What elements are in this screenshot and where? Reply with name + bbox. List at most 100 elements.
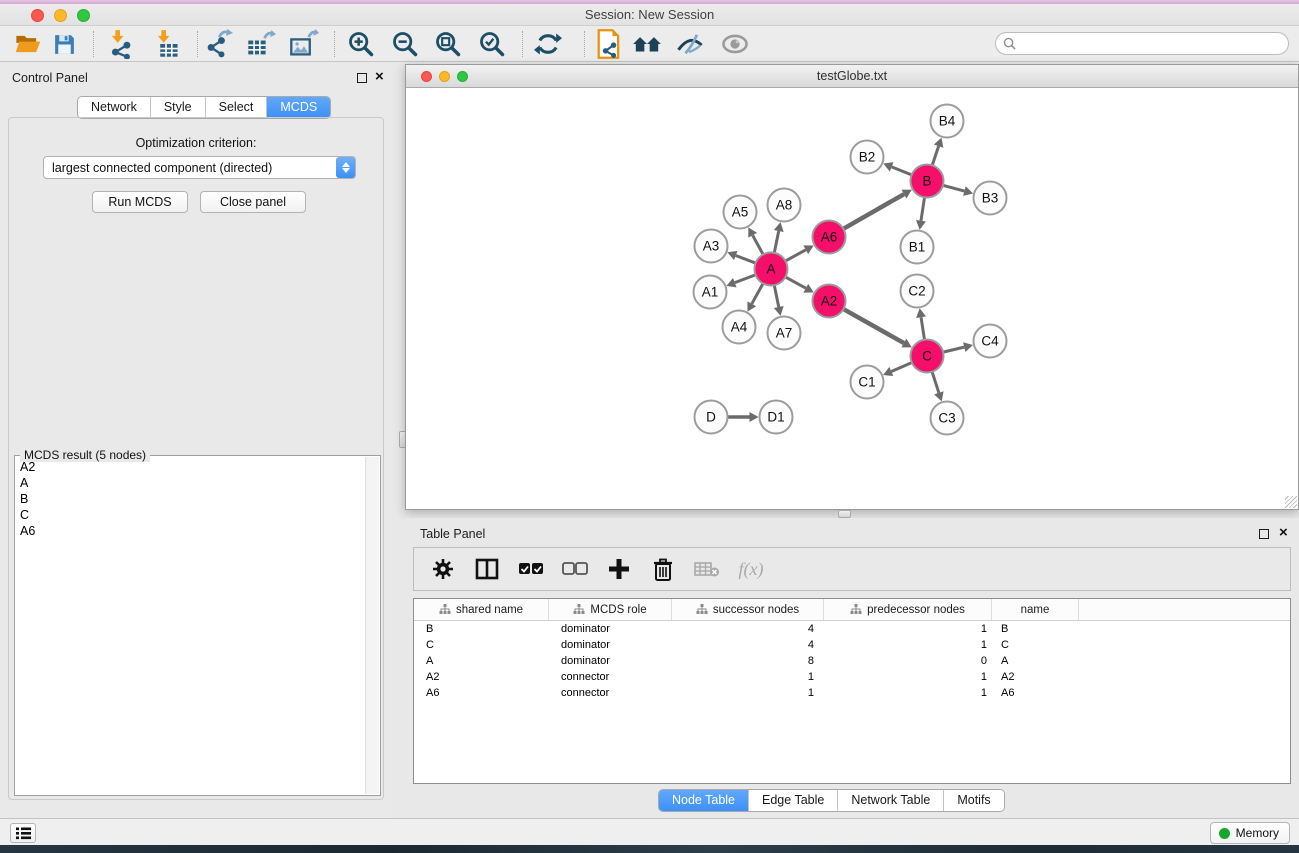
table-cell[interactable]: 1 bbox=[672, 669, 824, 685]
show-graphics-button[interactable] bbox=[718, 28, 752, 60]
graph-node-A4[interactable]: A4 bbox=[723, 311, 756, 344]
graph-node-A3[interactable]: A3 bbox=[695, 230, 728, 263]
column-header-name[interactable]: name bbox=[992, 599, 1079, 620]
save-session-button[interactable] bbox=[47, 28, 81, 60]
graph-node-C4[interactable]: C4 bbox=[974, 325, 1007, 358]
close-panel-button[interactable]: Close panel bbox=[200, 191, 306, 213]
mcds-result-item[interactable]: A bbox=[16, 475, 365, 491]
mcds-result-item[interactable]: A2 bbox=[16, 459, 365, 475]
graph-edge[interactable] bbox=[891, 362, 913, 372]
minimize-traffic-light[interactable] bbox=[54, 9, 67, 22]
graph-node-A6[interactable]: A6 bbox=[813, 221, 846, 254]
mcds-result-item[interactable]: A6 bbox=[16, 523, 365, 539]
graph-node-C3[interactable]: C3 bbox=[931, 402, 964, 435]
search-input[interactable] bbox=[1020, 34, 1288, 53]
column-header-predecessor-nodes[interactable]: predecessor nodes bbox=[824, 599, 992, 620]
minimize-traffic-light[interactable] bbox=[439, 71, 450, 82]
graph-edge[interactable] bbox=[842, 308, 904, 343]
table-row[interactable]: Bdominator41B bbox=[414, 621, 1290, 637]
column-visibility-button[interactable] bbox=[472, 554, 502, 584]
graph-edge[interactable] bbox=[753, 235, 764, 256]
graph-node-B3[interactable]: B3 bbox=[974, 182, 1007, 215]
graph-edge[interactable] bbox=[784, 276, 806, 288]
tab-node-table[interactable]: Node Table bbox=[659, 790, 749, 811]
tab-motifs[interactable]: Motifs bbox=[944, 790, 1003, 811]
table-cell[interactable]: A2 bbox=[414, 669, 549, 685]
graph-edge[interactable] bbox=[752, 282, 764, 304]
tab-mcds[interactable]: MCDS bbox=[267, 97, 330, 118]
table-row[interactable]: Cdominator41C bbox=[414, 637, 1290, 653]
graph-node-A5[interactable]: A5 bbox=[724, 196, 757, 229]
graph-node-B[interactable]: B bbox=[911, 165, 944, 198]
table-cell[interactable]: 1 bbox=[672, 685, 824, 701]
graph-node-B4[interactable]: B4 bbox=[931, 105, 964, 138]
column-header-successor-nodes[interactable]: successor nodes bbox=[672, 599, 824, 620]
column-header-shared-name[interactable]: shared name bbox=[414, 599, 549, 620]
float-panel-icon[interactable] bbox=[1259, 529, 1269, 539]
mcds-result-item[interactable]: B bbox=[16, 491, 365, 507]
graph-edge[interactable] bbox=[921, 195, 925, 220]
table-cell[interactable]: B bbox=[414, 621, 549, 637]
import-table-button[interactable] bbox=[149, 28, 183, 60]
graph-edge[interactable] bbox=[736, 255, 758, 263]
table-cell[interactable]: A2 bbox=[992, 669, 1079, 685]
graph-node-A1[interactable]: A1 bbox=[694, 276, 727, 309]
graph-edge[interactable] bbox=[774, 283, 779, 307]
graph-node-B2[interactable]: B2 bbox=[851, 141, 884, 174]
table-row[interactable]: Adominator80A bbox=[414, 653, 1290, 669]
table-cell[interactable]: A bbox=[414, 653, 549, 669]
table-cell[interactable]: 4 bbox=[672, 621, 824, 637]
import-network-button[interactable] bbox=[103, 28, 137, 60]
delete-column-button[interactable] bbox=[648, 554, 678, 584]
graph-edge[interactable] bbox=[892, 167, 914, 176]
table-row[interactable]: A6connector11A6 bbox=[414, 685, 1290, 701]
zoom-traffic-light[interactable] bbox=[77, 9, 90, 22]
open-session-button[interactable] bbox=[11, 28, 45, 60]
table-cell[interactable]: 0 bbox=[824, 653, 992, 669]
float-panel-icon[interactable] bbox=[357, 73, 367, 83]
zoom-traffic-light[interactable] bbox=[457, 71, 468, 82]
graph-node-A8[interactable]: A8 bbox=[768, 189, 801, 222]
graph-edge[interactable] bbox=[921, 317, 925, 341]
table-cell[interactable]: 4 bbox=[672, 637, 824, 653]
horizontal-splitter-handle[interactable] bbox=[838, 510, 851, 518]
run-mcds-button[interactable]: Run MCDS bbox=[92, 191, 188, 213]
select-all-rows-button[interactable] bbox=[516, 554, 546, 584]
table-cell[interactable]: B bbox=[992, 621, 1079, 637]
memory-button[interactable]: Memory bbox=[1210, 822, 1290, 844]
zoom-selected-button[interactable] bbox=[475, 28, 509, 60]
window-resize-grip[interactable] bbox=[1285, 496, 1297, 508]
mcds-result-item[interactable]: C bbox=[16, 507, 365, 523]
add-column-button[interactable] bbox=[604, 554, 634, 584]
tab-style[interactable]: Style bbox=[151, 97, 206, 118]
graph-edge[interactable] bbox=[931, 370, 938, 393]
graph-node-A7[interactable]: A7 bbox=[768, 317, 801, 350]
table-cell[interactable]: C bbox=[414, 637, 549, 653]
table-cell[interactable]: 1 bbox=[824, 637, 992, 653]
result-scrollbar[interactable] bbox=[365, 457, 379, 794]
graph-edge[interactable] bbox=[932, 146, 939, 167]
visual-hide-button[interactable] bbox=[673, 28, 707, 60]
table-cell[interactable]: A bbox=[992, 653, 1079, 669]
table-row[interactable]: A2connector11A2 bbox=[414, 669, 1290, 685]
table-cell[interactable]: A6 bbox=[992, 685, 1079, 701]
close-traffic-light[interactable] bbox=[421, 71, 432, 82]
table-cell[interactable]: dominator bbox=[549, 621, 672, 637]
export-network-button[interactable] bbox=[201, 28, 235, 60]
home-button[interactable] bbox=[630, 28, 664, 60]
graph-node-C1[interactable]: C1 bbox=[851, 366, 884, 399]
graph-edge[interactable] bbox=[941, 347, 964, 353]
task-history-button[interactable] bbox=[10, 823, 36, 843]
tab-edge-table[interactable]: Edge Table bbox=[749, 790, 838, 811]
graph-edge[interactable] bbox=[941, 185, 964, 191]
table-settings-button[interactable] bbox=[428, 554, 458, 584]
zoom-fit-button[interactable] bbox=[431, 28, 465, 60]
network-canvas[interactable]: B4B2BB3A8A5A6A3B1AA1C2A2A4A7C4CC1C3DD1 bbox=[406, 88, 1298, 509]
network-from-document-button[interactable] bbox=[592, 28, 626, 60]
export-image-button[interactable] bbox=[287, 28, 321, 60]
optimization-criterion-select[interactable]: largest connected component (directed) bbox=[43, 156, 356, 179]
table-cell[interactable]: 1 bbox=[824, 685, 992, 701]
table-cell[interactable]: 1 bbox=[824, 669, 992, 685]
graph-edge[interactable] bbox=[842, 194, 904, 230]
graph-node-D1[interactable]: D1 bbox=[760, 401, 793, 434]
